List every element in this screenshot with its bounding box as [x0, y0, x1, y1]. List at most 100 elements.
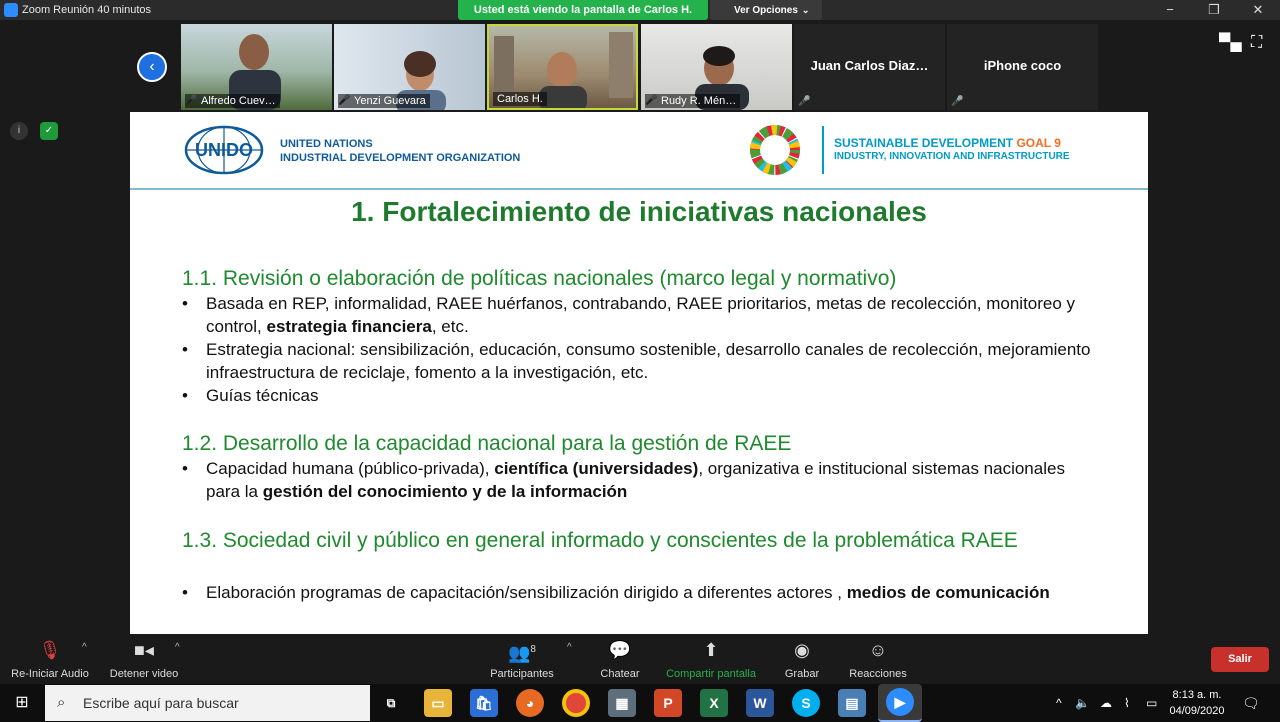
- window-title: Zoom Reunión 40 minutos: [22, 4, 152, 16]
- video-button[interactable]: ■◂ Detener video: [104, 638, 184, 680]
- bullet-text: Guías técnicas: [206, 386, 319, 405]
- store-icon[interactable]: 🛍: [470, 689, 498, 717]
- onedrive-cloud-icon[interactable]: ☁: [1100, 684, 1112, 722]
- layout-icon[interactable]: ▀▄: [1219, 34, 1242, 52]
- participants-icon: 👥8: [508, 643, 536, 663]
- participant-name: Carlos H.: [493, 92, 547, 106]
- reactions-label: Reacciones: [849, 668, 907, 680]
- search-placeholder: Escribe aquí para buscar: [83, 695, 239, 711]
- chevron-left-icon[interactable]: ‹: [137, 52, 167, 82]
- reaction-smiley-icon: ☺: [868, 640, 888, 660]
- chat-button[interactable]: 💬 Chatear: [596, 638, 644, 680]
- chat-label: Chatear: [600, 668, 640, 680]
- bullet-text: , etc.: [431, 317, 469, 336]
- view-options-button[interactable]: Ver Opciones ⌄: [710, 0, 822, 20]
- participant-tile[interactable]: iPhone coco 🎤: [947, 24, 1098, 110]
- section-heading: 1.3. Sociedad civil y público en general…: [182, 529, 1018, 552]
- record-button[interactable]: ◉ Grabar: [780, 638, 824, 680]
- clock-time: 8:13 a. m.: [1172, 689, 1222, 701]
- file-explorer-icon[interactable]: ▭: [424, 689, 452, 717]
- excel-icon[interactable]: X: [700, 689, 728, 717]
- mic-muted-icon: 🎤: [798, 96, 811, 107]
- zoom-taskbar-icon[interactable]: ▶: [878, 684, 922, 722]
- close-button[interactable]: ✕: [1236, 0, 1280, 20]
- slide-title: 1. Fortalecimiento de iniciativas nacion…: [351, 196, 927, 227]
- video-strip: ‹ 🎤 Alfredo Cuev… 🎤 Yenzi Guevara: [0, 20, 1280, 112]
- sdg-divider: [822, 126, 824, 174]
- participant-name: Yenzi Guevara: [338, 94, 430, 108]
- bullet-bold-text: estrategia financiera: [266, 317, 432, 336]
- participants-label: Participantes: [490, 668, 554, 680]
- task-view-icon[interactable]: ⧉: [377, 689, 405, 717]
- bullet-text: Elaboración programas de capacitación/se…: [206, 583, 847, 602]
- meeting-toolbar: 🎙 Re-Iniciar Audio ^ ■◂ Detener video ^ …: [0, 634, 1280, 684]
- participant-tile[interactable]: 🎤 Yenzi Guevara: [334, 24, 485, 110]
- unido-logo: UNIDO: [184, 125, 264, 175]
- audio-button[interactable]: 🎙 Re-Iniciar Audio: [8, 638, 92, 680]
- participant-name: iPhone coco: [983, 58, 1062, 73]
- clock-date: 04/09/2020: [1169, 705, 1225, 717]
- share-screen-label: Compartir pantalla: [666, 668, 756, 680]
- share-screen-button[interactable]: ⬆ Compartir pantalla: [662, 638, 760, 680]
- chrome-icon[interactable]: [562, 689, 590, 717]
- participant-name: Alfredo Cuev…: [185, 94, 280, 108]
- bullet-text: Estrategia nacional: sensibilización, ed…: [206, 340, 1091, 382]
- bullet-item: Estrategia nacional: sensibilización, ed…: [182, 338, 1092, 384]
- info-icon[interactable]: i: [10, 122, 28, 140]
- chevron-up-icon[interactable]: ^: [567, 642, 572, 653]
- participant-name: Juan Carlos Diaz…: [810, 58, 929, 73]
- org-line-1: UNITED NATIONS: [280, 138, 373, 150]
- org-line-2: INDUSTRIAL DEVELOPMENT ORGANIZATION: [280, 152, 521, 164]
- leave-meeting-button[interactable]: Salir: [1211, 647, 1269, 672]
- share-banner: Usted está viendo la pantalla de Carlos …: [458, 0, 708, 20]
- volume-icon[interactable]: 🔈: [1075, 684, 1090, 722]
- participants-count: 8: [530, 644, 536, 655]
- bullet-list: Capacidad humana (público-privada), cien…: [182, 457, 1092, 503]
- taskbar-search[interactable]: ⌕ Escribe aquí para buscar: [45, 685, 370, 721]
- notifications-icon[interactable]: 🗨: [1242, 684, 1260, 722]
- windows-start-icon[interactable]: ⊞: [0, 684, 44, 722]
- participant-tile[interactable]: 🎤 Rudy R. Mén…: [641, 24, 792, 110]
- shared-screen-slide: UNIDO UNITED NATIONS INDUSTRIAL DEVELOPM…: [130, 112, 1148, 634]
- reactions-button[interactable]: ☺ Reacciones: [846, 638, 910, 680]
- participant-tile-active[interactable]: Carlos H.: [487, 24, 638, 110]
- fullscreen-icon[interactable]: ⛶: [1251, 34, 1262, 52]
- minimize-button[interactable]: −: [1148, 0, 1192, 20]
- unido-logo-text: UNIDO: [195, 140, 253, 160]
- chevron-up-icon[interactable]: ^: [175, 642, 180, 653]
- maximize-button[interactable]: ❐: [1192, 0, 1236, 20]
- view-options-label: Ver Opciones: [734, 5, 798, 16]
- chevron-down-icon: ⌄: [801, 5, 810, 15]
- chevron-up-icon[interactable]: ^: [82, 642, 87, 653]
- chevron-up-icon[interactable]: ^: [1056, 684, 1062, 722]
- organization-name: UNITED NATIONS INDUSTRIAL DEVELOPMENT OR…: [280, 137, 520, 165]
- bullet-bold-text: gestión del conocimiento y de la informa…: [262, 482, 628, 501]
- audio-label: Re-Iniciar Audio: [11, 668, 89, 680]
- calculator-icon[interactable]: ▦: [608, 689, 636, 717]
- participant-tile[interactable]: Juan Carlos Diaz… 🎤: [794, 24, 945, 110]
- bullet-item: Basada en REP, informalidad, RAEE huérfa…: [182, 292, 1092, 338]
- mic-muted-icon: 🎤: [951, 96, 964, 107]
- participants-button[interactable]: 👥8 Participantes: [486, 638, 558, 680]
- network-app-icon[interactable]: ▤: [838, 689, 866, 717]
- taskbar-clock[interactable]: 8:13 a. m. 04/09/2020: [1162, 687, 1232, 719]
- battery-icon[interactable]: ▭: [1146, 684, 1157, 722]
- bullet-text: Capacidad humana (público-privada),: [206, 459, 495, 478]
- camera-icon: ■◂: [134, 640, 154, 660]
- title-bar: Zoom Reunión 40 minutos Usted está viend…: [0, 0, 1280, 20]
- bullet-bold-text: medios de comunicación: [846, 583, 1050, 602]
- word-icon[interactable]: W: [746, 689, 774, 717]
- section-heading: 1.2. Desarrollo de la capacidad nacional…: [182, 432, 792, 455]
- bullet-item: Guías técnicas: [182, 384, 1092, 407]
- wifi-icon[interactable]: ⌇: [1124, 684, 1130, 722]
- sdg-line-1: SUSTAINABLE DEVELOPMENT: [834, 136, 1014, 150]
- firefox-icon[interactable]: ◕: [516, 689, 544, 717]
- sdg-wheel-logo: [750, 125, 800, 175]
- powerpoint-icon[interactable]: P: [654, 689, 682, 717]
- participant-tile[interactable]: 🎤 Alfredo Cuev…: [181, 24, 332, 110]
- skype-icon[interactable]: S: [792, 689, 820, 717]
- chat-icon: 💬: [608, 640, 632, 660]
- security-shield-icon[interactable]: ✓: [40, 122, 58, 140]
- bullet-item: Elaboración programas de capacitación/se…: [182, 581, 1092, 604]
- slide-header: UNIDO UNITED NATIONS INDUSTRIAL DEVELOPM…: [130, 112, 1148, 190]
